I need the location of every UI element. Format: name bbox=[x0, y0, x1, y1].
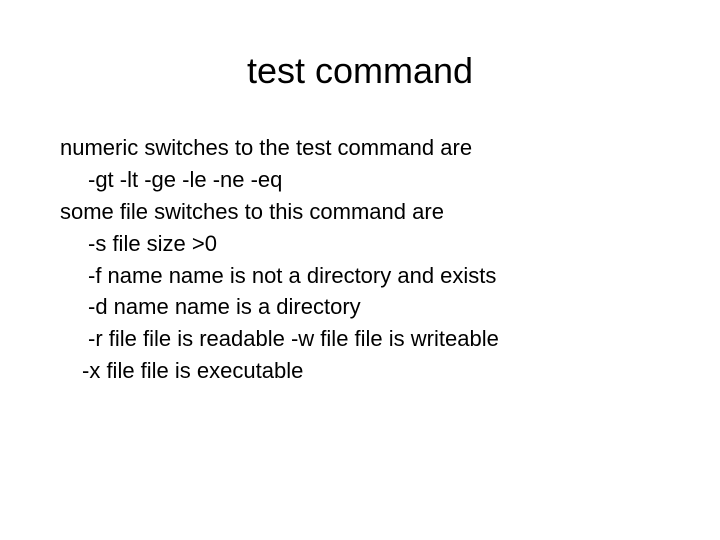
slide-title: test command bbox=[60, 50, 660, 92]
body-line: -x file file is executable bbox=[60, 355, 660, 387]
slide-body: numeric switches to the test command are… bbox=[60, 132, 660, 387]
body-line: -s file size >0 bbox=[60, 228, 660, 260]
body-line: -r file file is readable -w file file is… bbox=[60, 323, 660, 355]
body-line: -d name name is a directory bbox=[60, 291, 660, 323]
body-line: numeric switches to the test command are bbox=[60, 132, 660, 164]
body-line: some file switches to this command are bbox=[60, 196, 660, 228]
body-line: -f name name is not a directory and exis… bbox=[60, 260, 660, 292]
slide: test command numeric switches to the tes… bbox=[0, 0, 720, 540]
body-line: -gt -lt -ge -le -ne -eq bbox=[60, 164, 660, 196]
